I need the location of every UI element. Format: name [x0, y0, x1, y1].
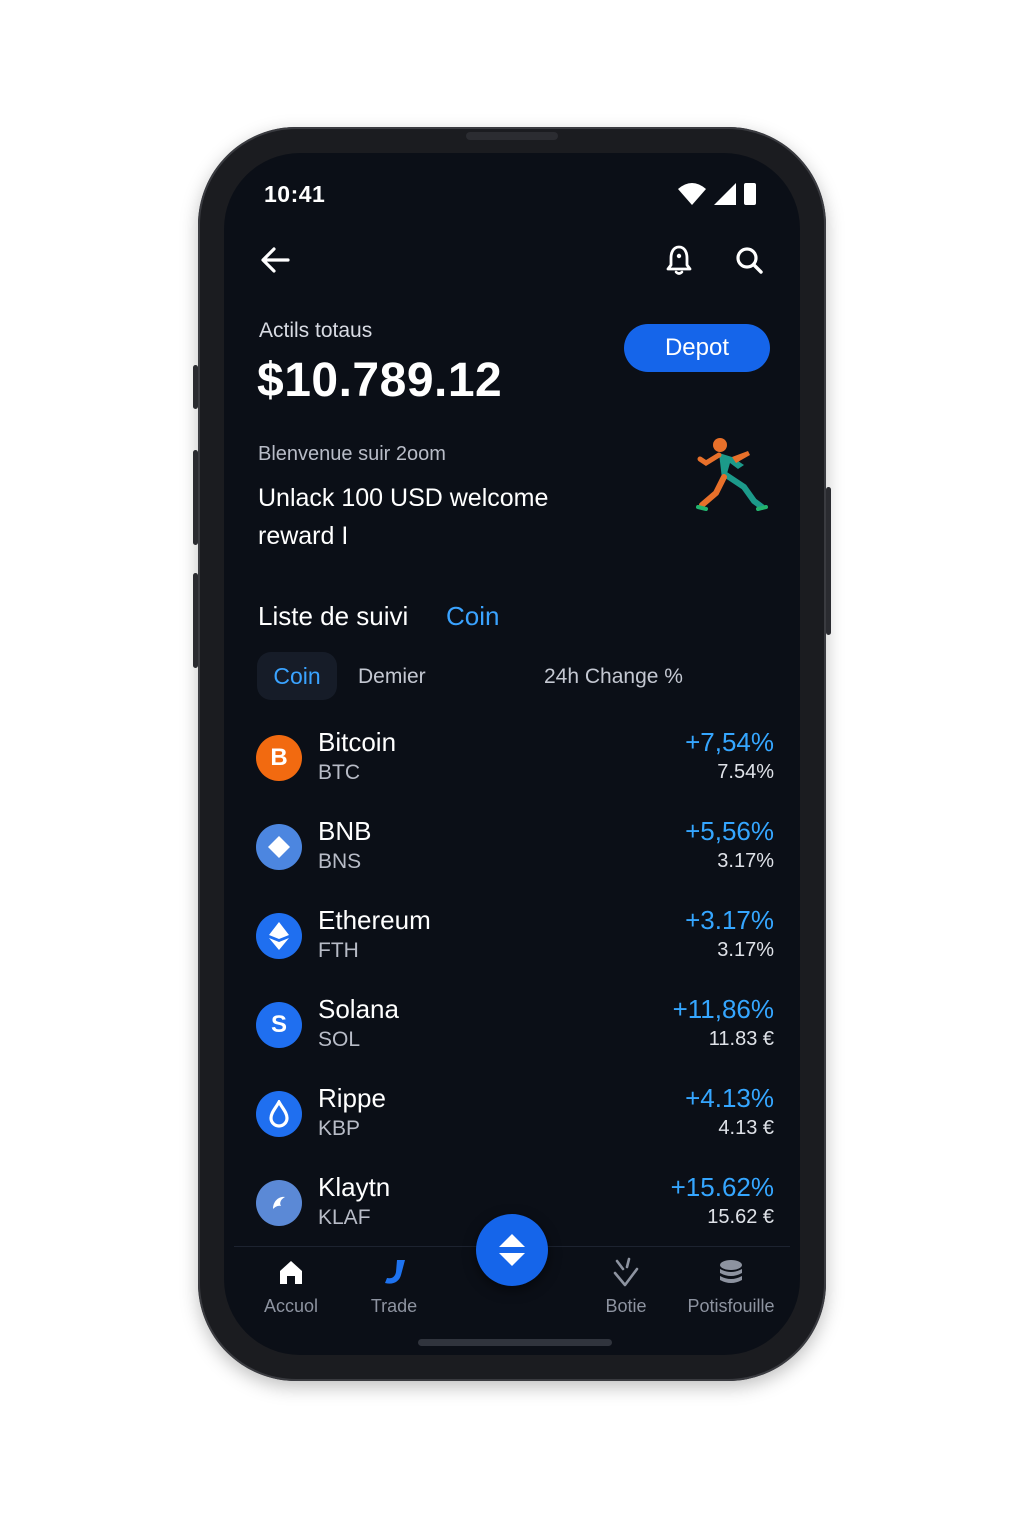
coin-change: +11,86% — [672, 994, 774, 1024]
coin-symbol: KBP — [318, 1117, 361, 1140]
silent-switch — [193, 365, 198, 409]
deposit-button[interactable]: Depot — [624, 324, 770, 372]
bot-icon — [613, 1257, 639, 1287]
speaker-grille — [466, 132, 558, 140]
bitcoin-icon: B — [256, 735, 302, 781]
coin-sub-value: 3.17% — [717, 850, 774, 872]
coin-symbol: KLAF — [318, 1206, 371, 1229]
coin-sub-value: 4.13 € — [718, 1117, 774, 1139]
coin-row-solana[interactable]: S Solana SOL +11,86% 11.83 € — [254, 992, 774, 1060]
ripple-drop-icon — [256, 1091, 302, 1137]
tab-last-price[interactable]: Demier — [358, 665, 426, 689]
runner-illustration — [696, 438, 768, 511]
nav-item-home[interactable]: Accuol — [241, 1257, 341, 1317]
watchlist-title: Liste de suivi — [258, 601, 409, 631]
total-assets-value: $10.789.12 — [257, 354, 503, 407]
status-icons — [678, 183, 756, 205]
coin-row-bitcoin[interactable]: B Bitcoin BTC +7,54% 7.54% — [254, 725, 774, 793]
tab-coin[interactable]: Coin — [257, 652, 337, 700]
coin-symbol: BTC — [318, 761, 360, 784]
promo-subtitle: Blenvenue suir 2oom — [258, 443, 446, 465]
coin-change: +5,56% — [685, 816, 774, 846]
total-assets-label: Actils totaus — [259, 319, 373, 342]
status-time: 10:41 — [264, 181, 326, 207]
coin-change: +4.13% — [685, 1083, 774, 1113]
coin-row-bnb[interactable]: BNB BNS +5,56% 3.17% — [254, 814, 774, 882]
battery-icon — [744, 183, 756, 205]
coin-sub-value: 3.17% — [717, 939, 774, 961]
app-screen: 10:41 Actils totaus $10.789.12 Depot Ble… — [224, 153, 800, 1355]
solana-icon: S — [256, 1002, 302, 1048]
signal-icon — [714, 183, 736, 205]
coin-name: Rippe — [318, 1083, 386, 1113]
watchlist-coin-link[interactable]: Coin — [446, 601, 499, 632]
coin-name: Ethereum — [318, 905, 431, 935]
tab-24h-change[interactable]: 24h Change % — [544, 665, 683, 689]
coin-change: +15.62% — [670, 1172, 774, 1202]
nav-label: Botie — [605, 1296, 647, 1316]
back-arrow-icon[interactable] — [258, 243, 292, 277]
coin-name: Klaytn — [318, 1172, 391, 1202]
coin-sub-value: 15.62 € — [707, 1206, 774, 1228]
volume-up-button — [193, 450, 198, 545]
wallet-icon — [720, 1260, 742, 1283]
nav-item-wallet[interactable]: Potisfouille — [681, 1257, 781, 1317]
bell-icon[interactable] — [662, 243, 696, 277]
bnb-icon — [256, 824, 302, 870]
swap-fab-button[interactable] — [476, 1214, 548, 1286]
wifi-icon — [678, 183, 706, 205]
coin-name: Solana — [318, 994, 399, 1024]
coin-row-ethereum[interactable]: Ethereum FTH +3.17% 3.17% — [254, 903, 774, 971]
coin-change: +7,54% — [685, 727, 774, 757]
klaytn-icon — [256, 1180, 302, 1226]
volume-down-button — [193, 573, 198, 668]
home-icon — [280, 1261, 302, 1284]
home-indicator — [418, 1339, 612, 1346]
nav-label: Potisfouille — [687, 1296, 775, 1316]
coin-symbol: SOL — [318, 1028, 361, 1051]
coin-name: BNB — [318, 816, 372, 846]
nav-label: Trade — [370, 1296, 418, 1316]
coin-name: Bitcoin — [318, 727, 397, 757]
coin-row-ripple[interactable]: Rippe KBP +4.13% 4.13 € — [254, 1081, 774, 1149]
coin-sub-value: 11.83 € — [708, 1028, 774, 1050]
coin-change: +3.17% — [685, 905, 774, 935]
nav-item-trade[interactable]: Trade — [344, 1257, 444, 1317]
ethereum-icon — [256, 913, 302, 959]
search-icon[interactable] — [732, 243, 766, 277]
coin-symbol: FTH — [318, 939, 359, 962]
power-button — [826, 487, 831, 635]
nav-item-bot[interactable]: Botie — [576, 1257, 676, 1317]
trade-icon — [385, 1260, 405, 1284]
swap-icon — [499, 1234, 525, 1266]
coin-symbol: BNS — [318, 850, 362, 873]
nav-label: Accuol — [263, 1296, 319, 1316]
promo-title[interactable]: Unlack 100 USD welcome reward I — [258, 479, 618, 555]
coin-sub-value: 7.54% — [717, 761, 774, 783]
